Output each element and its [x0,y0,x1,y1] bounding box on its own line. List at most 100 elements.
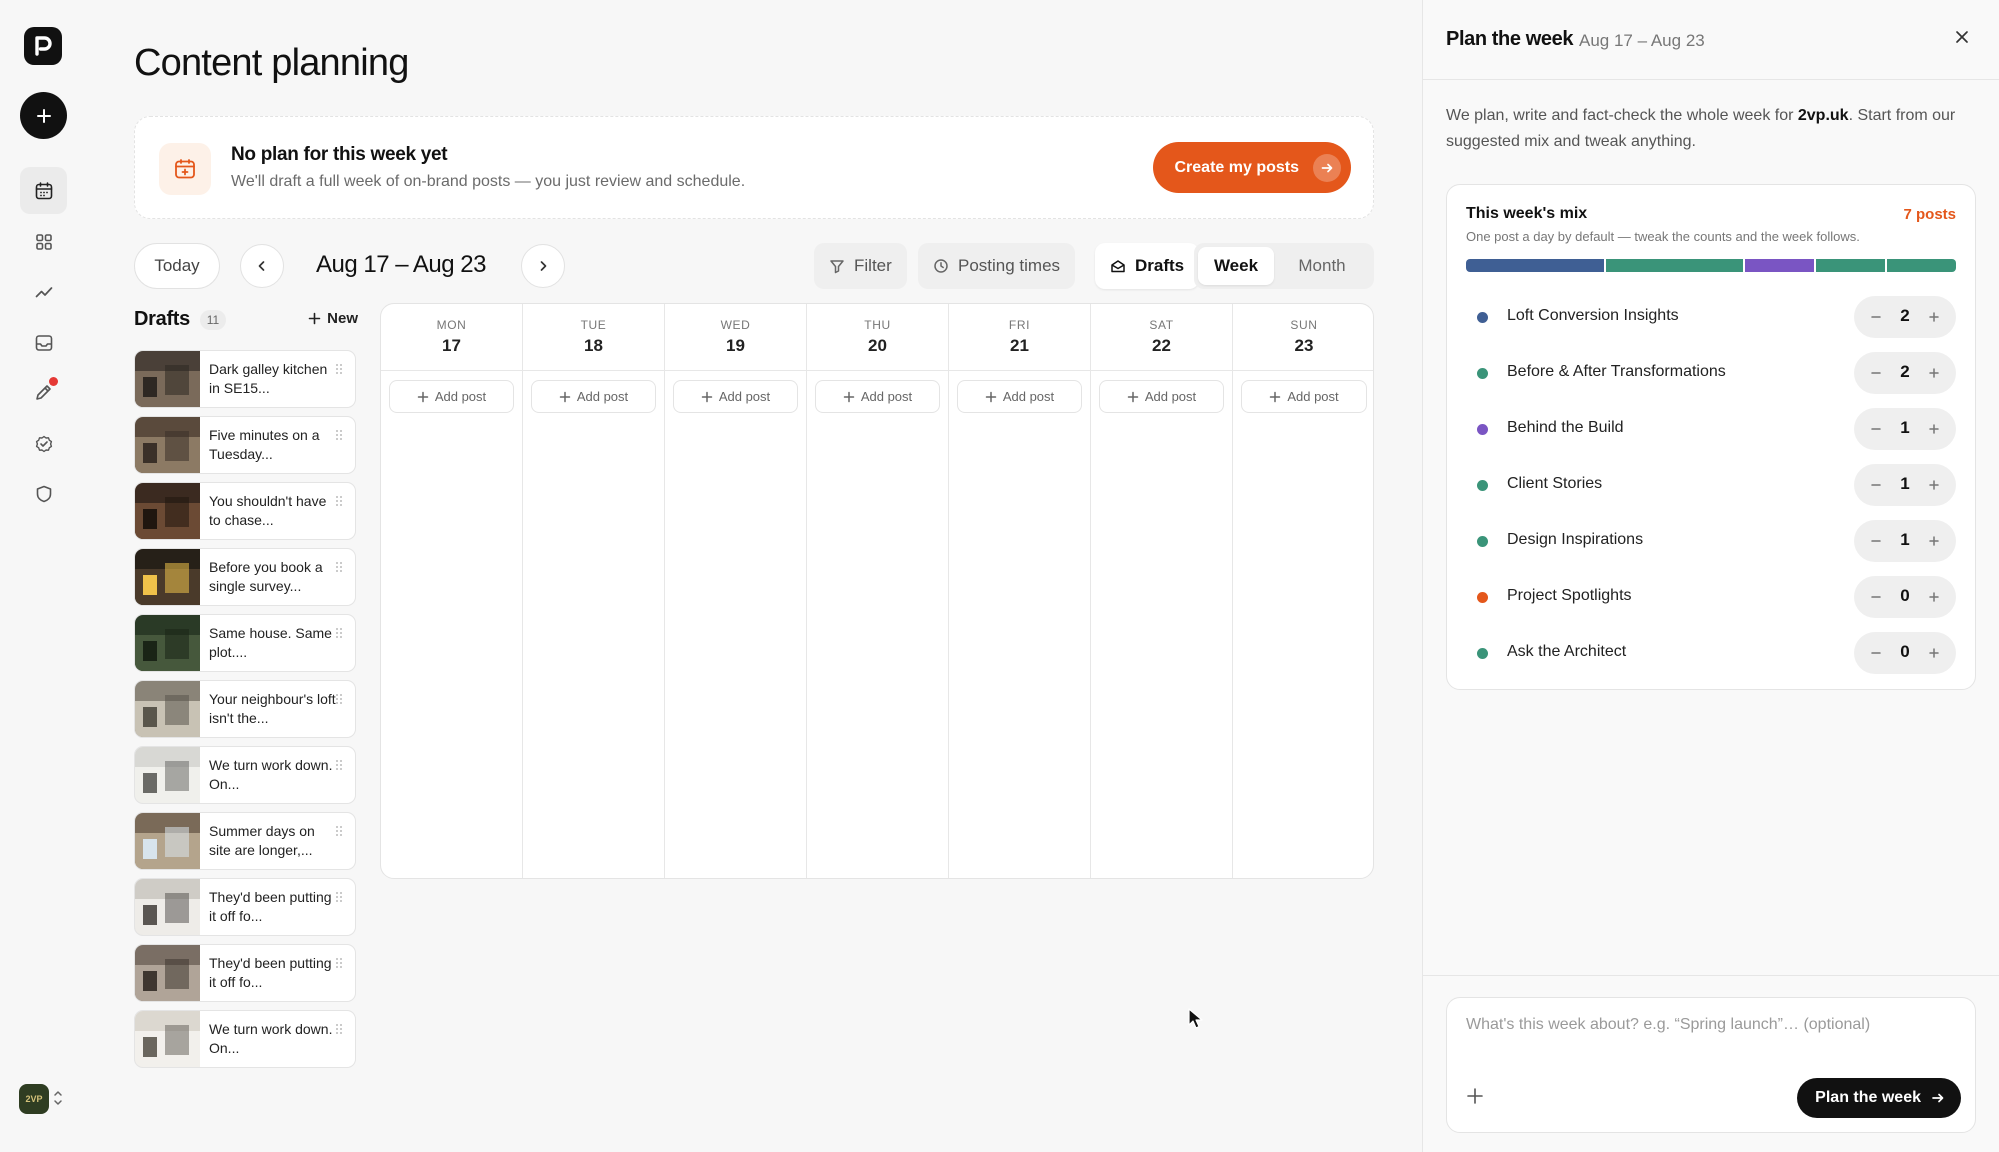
drag-handle-icon[interactable] [335,363,343,375]
increment-button[interactable] [1922,641,1946,665]
plus-icon [1929,536,1939,546]
draft-item[interactable]: Before you book a single survey... [134,548,356,606]
draft-thumbnail [135,945,200,1001]
add-post-button[interactable]: Add post [815,380,940,413]
draft-item[interactable]: We turn work down. On... [134,1010,356,1068]
draft-title: Dark galley kitchen in SE15... [209,361,328,396]
close-panel-button[interactable] [1953,28,1971,51]
day-number: 23 [1294,336,1314,355]
mix-total: 7 posts [1903,206,1956,223]
plan-the-week-label: Plan the week [1815,1089,1921,1106]
increment-button[interactable] [1922,417,1946,441]
drag-handle-icon[interactable] [335,759,343,771]
arrow-right-icon [1932,1093,1944,1103]
decrement-button[interactable] [1864,585,1888,609]
draft-title: Before you book a single survey... [209,559,323,594]
decrement-button[interactable] [1864,473,1888,497]
draft-item[interactable]: Same house. Same plot.... [134,614,356,672]
rail-item-calendar[interactable] [20,167,67,214]
filter-button[interactable]: Filter [814,243,907,289]
add-post-label: Add post [718,389,771,404]
increment-button[interactable] [1922,305,1946,329]
analytics-icon [35,286,52,297]
drag-handle-icon[interactable] [335,627,343,639]
add-post-button[interactable]: Add post [957,380,1082,413]
day-of-week: WED [720,318,751,332]
count-stepper: 2 [1854,352,1956,394]
drag-handle-icon[interactable] [335,891,343,903]
increment-button[interactable] [1922,529,1946,553]
previous-week-button[interactable] [240,244,284,288]
decrement-button[interactable] [1864,361,1888,385]
create-my-posts-button[interactable]: Create my posts [1152,142,1351,193]
mix-distribution-bar [1466,259,1956,272]
week-theme-input[interactable] [1466,1016,1956,1034]
increment-button[interactable] [1922,361,1946,385]
app-logo-icon[interactable] [24,27,62,65]
draft-thumbnail [135,483,200,539]
drag-handle-icon[interactable] [335,561,343,573]
add-attachment-button[interactable] [1465,1086,1485,1111]
drag-handle-icon[interactable] [335,1023,343,1035]
add-post-button[interactable]: Add post [1099,380,1224,413]
category-color-dot [1477,536,1488,547]
rail-item-security[interactable] [20,470,67,517]
decrement-button[interactable] [1864,529,1888,553]
add-post-button[interactable]: Add post [531,380,656,413]
add-post-label: Add post [1287,389,1339,404]
new-draft-button[interactable]: New [308,310,358,327]
decrement-button[interactable] [1864,305,1888,329]
mix-bar-segment [1816,259,1886,272]
drag-handle-icon[interactable] [335,495,343,507]
drag-handle-icon[interactable] [335,693,343,705]
day-of-week: SUN [1290,318,1318,332]
day-number: 17 [442,336,461,355]
add-post-button[interactable]: Add post [389,380,514,413]
minus-icon [1871,428,1881,430]
workspace-switcher-icon[interactable] [53,1089,63,1112]
rail-item-grid[interactable] [20,218,67,265]
drag-handle-icon[interactable] [335,825,343,837]
drag-handle-icon[interactable] [335,429,343,441]
draft-title: Summer days on site are longer,... [209,823,315,858]
draft-item[interactable]: They'd been putting it off fo... [134,878,356,936]
decrement-button[interactable] [1864,641,1888,665]
avatar-label: 2VP [25,1094,43,1104]
draft-item[interactable]: Five minutes on a Tuesday... [134,416,356,474]
intro-domain: 2vp.uk [1797,107,1849,124]
day-column: TUE 18 Add post [523,304,665,878]
draft-item[interactable]: They'd been putting it off fo... [134,944,356,1002]
rail-item-campaigns[interactable] [20,369,67,416]
increment-button[interactable] [1922,585,1946,609]
drag-handle-icon[interactable] [335,957,343,969]
drafts-toggle-button[interactable]: Drafts [1095,243,1200,289]
next-week-button[interactable] [521,244,565,288]
draft-item[interactable]: Dark galley kitchen in SE15... [134,350,356,408]
notification-dot [49,377,58,386]
view-week-tab[interactable]: Week [1198,247,1274,285]
rail-item-approvals[interactable] [20,420,67,467]
add-post-button[interactable]: Add post [1241,380,1367,413]
draft-item[interactable]: We turn work down. On... [134,746,356,804]
posting-times-button[interactable]: Posting times [918,243,1076,289]
plan-the-week-button[interactable]: Plan the week [1797,1078,1961,1118]
view-month-tab[interactable]: Month [1278,247,1366,285]
calendar-plus-icon [159,143,211,195]
mix-title: This week's mix [1466,205,1588,222]
draft-thumbnail [135,549,200,605]
increment-button[interactable] [1922,473,1946,497]
new-draft-label: New [327,310,358,327]
draft-item[interactable]: Your neighbour's loft isn't the... [134,680,356,738]
category-count: 1 [1900,418,1910,437]
day-header: SAT 22 [1091,304,1232,371]
draft-item[interactable]: You shouldn't have to chase... [134,482,356,540]
draft-item[interactable]: Summer days on site are longer,... [134,812,356,870]
rail-item-inbox[interactable] [20,319,67,366]
add-post-button[interactable]: Add post [673,380,798,413]
workspace-avatar[interactable]: 2VP [19,1084,49,1114]
today-button[interactable]: Today [134,243,220,289]
close-icon [1956,31,1968,43]
create-new-button[interactable] [20,92,67,139]
decrement-button[interactable] [1864,417,1888,441]
rail-item-analytics[interactable] [20,268,67,315]
